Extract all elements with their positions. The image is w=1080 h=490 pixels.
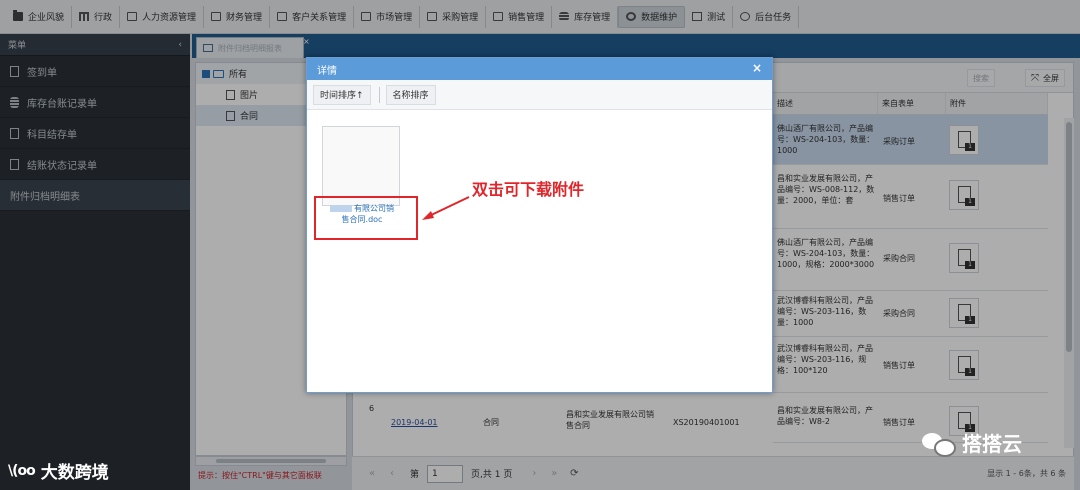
close-icon[interactable]: × — [752, 61, 762, 75]
sort-by-name-button[interactable]: 名称排序 — [385, 84, 436, 105]
dialog-toolbar: 时间排序↑ 名称排序 — [307, 80, 772, 110]
toolbar-divider — [378, 86, 380, 103]
brand-logo-icon: \(oo — [8, 462, 36, 479]
wechat-icon — [922, 431, 956, 457]
detail-dialog: 详情 × 时间排序↑ 名称排序 有限公司销 售合同.doc 双击可下载附件 — [306, 57, 773, 393]
annotation-callout: 双击可下载附件 — [472, 180, 585, 199]
dialog-header: 详情 × — [307, 58, 772, 80]
file-thumbnail[interactable] — [322, 126, 400, 206]
annotation-arrow-icon — [422, 196, 470, 220]
watermark-right: 搭搭云 — [922, 428, 1022, 457]
dialog-title: 详情 — [317, 65, 337, 77]
watermark-left: \(oo 大数跨境 — [8, 462, 109, 484]
annotation-highlight-box — [314, 196, 418, 240]
sort-by-time-button[interactable]: 时间排序↑ — [313, 84, 371, 105]
